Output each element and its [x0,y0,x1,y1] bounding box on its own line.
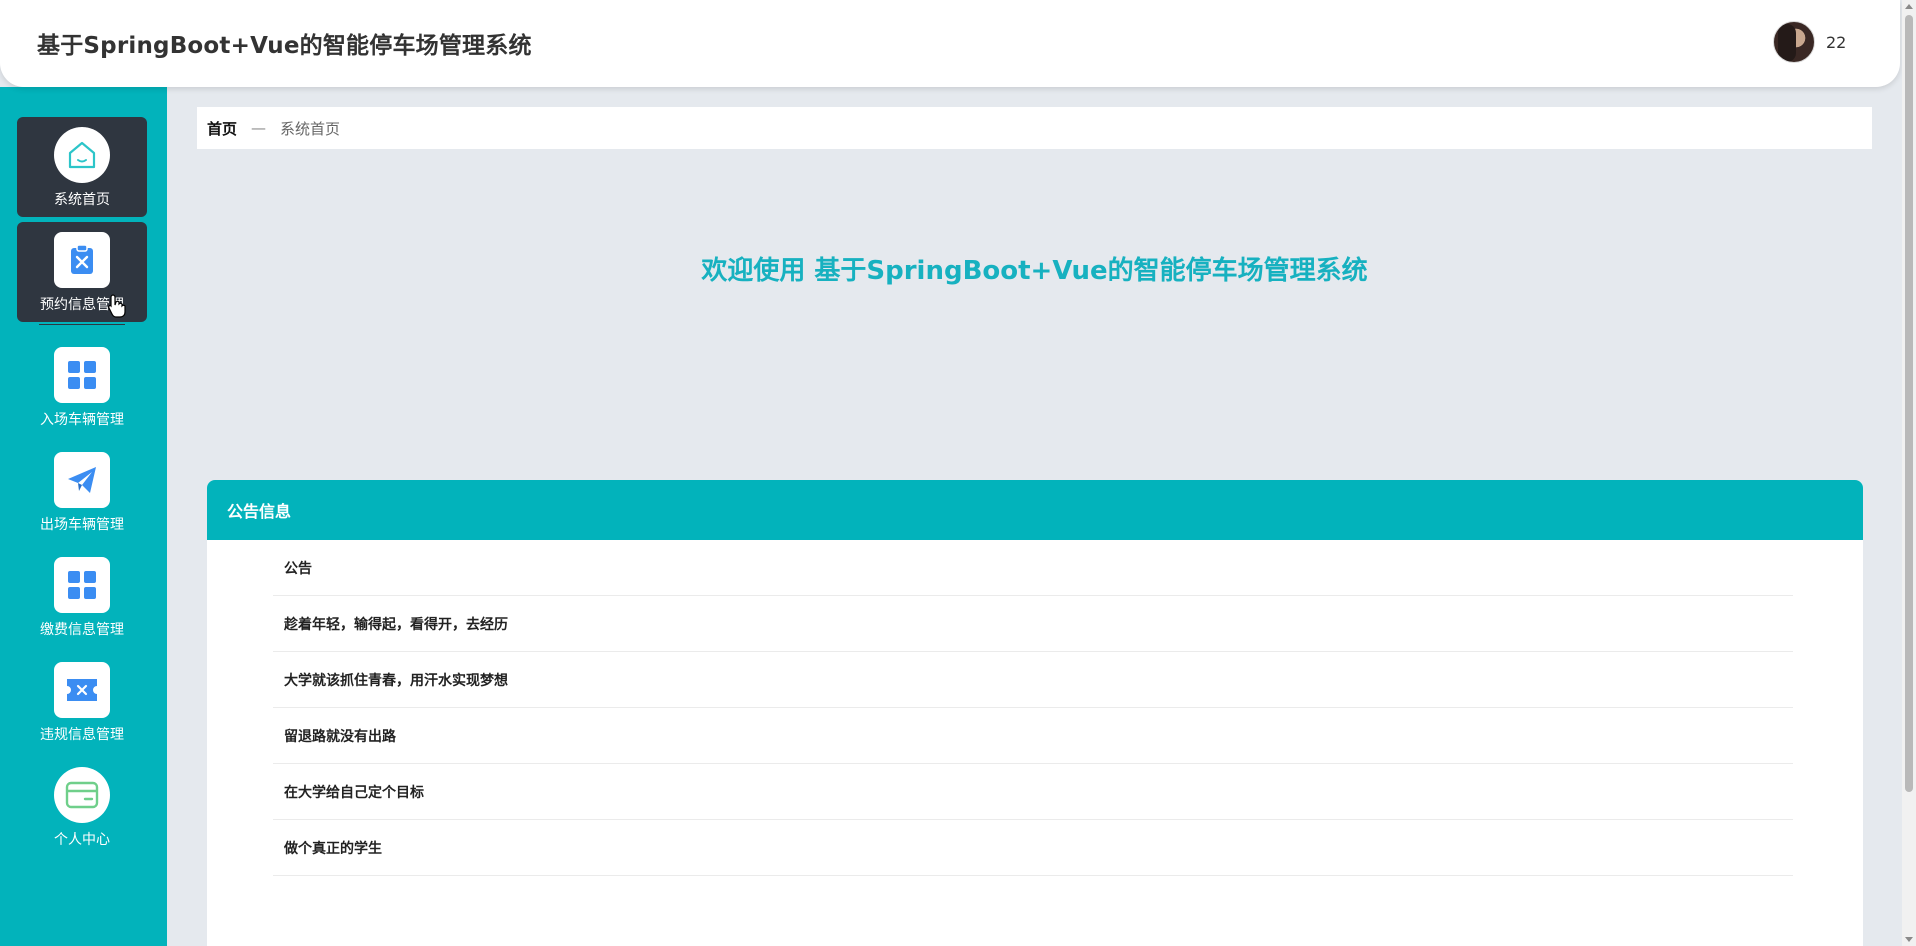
breadcrumb-home[interactable]: 首页 [207,118,237,139]
notice-item[interactable]: 公告 [273,540,1793,596]
notice-item[interactable]: 大学就该抓住青春，用汗水实现梦想 [273,652,1793,708]
notice-item[interactable]: 做个真正的学生 [273,820,1793,876]
sidebar-item-profile[interactable]: 个人中心 [17,757,147,857]
sidebar-item-reservation[interactable]: 预约信息管理 [17,222,147,322]
scroll-down-icon[interactable] [1905,937,1913,942]
home-icon [54,127,110,183]
card-icon [54,767,110,823]
breadcrumb: 首页 — 系统首页 [197,107,1872,149]
sidebar-item-label: 入场车辆管理 [40,412,124,428]
sidebar-item-label: 出场车辆管理 [40,517,124,533]
sidebar-item-label: 缴费信息管理 [40,622,124,638]
clipboard-x-icon [54,232,110,288]
sidebar-item-violation[interactable]: 违规信息管理 [17,652,147,752]
sidebar-divider [39,324,125,325]
hand-cursor-icon [108,294,126,322]
page-scrollbar[interactable] [1902,0,1916,946]
welcome-heading: 欢迎使用 基于SpringBoot+Vue的智能停车场管理系统 [701,256,1368,286]
ticket-icon [54,662,110,718]
notice-list: 公告 趁着年轻，输得起，看得开，去经历 大学就该抓住青春，用汗水实现梦想 留退路… [273,540,1793,876]
sidebar-item-label: 系统首页 [54,192,110,208]
notice-panel: 公告信息 公告 趁着年轻，输得起，看得开，去经历 大学就该抓住青春，用汗水实现梦… [207,480,1863,946]
paper-plane-icon [54,452,110,508]
scroll-up-icon[interactable] [1905,4,1913,9]
username[interactable]: 22 [1826,33,1846,52]
grid-icon [54,347,110,403]
breadcrumb-current: 系统首页 [280,119,341,138]
sidebar-item-label: 预约信息管理 [40,297,124,313]
top-header: 基于SpringBoot+Vue的智能停车场管理系统 22 [0,0,1900,87]
sidebar-item-entry-vehicles[interactable]: 入场车辆管理 [17,337,147,437]
scrollbar-thumb[interactable] [1905,15,1913,792]
sidebar-item-home[interactable]: 系统首页 [17,117,147,217]
avatar[interactable] [1773,21,1815,63]
notice-item[interactable]: 趁着年轻，输得起，看得开，去经历 [273,596,1793,652]
app-title: 基于SpringBoot+Vue的智能停车场管理系统 [37,33,532,59]
notice-item[interactable]: 留退路就没有出路 [273,708,1793,764]
breadcrumb-separator: — [251,119,267,137]
sidebar-item-label: 个人中心 [54,832,110,848]
sidebar-item-payment[interactable]: 缴费信息管理 [17,547,147,647]
notice-item[interactable]: 在大学给自己定个目标 [273,764,1793,820]
grid-icon [54,557,110,613]
sidebar-item-label: 违规信息管理 [40,727,124,743]
sidebar: 系统首页 预约信息管理 入场车辆管理 出场车辆管理 缴费信息管理 违规信息管理 … [0,87,167,946]
notice-panel-title: 公告信息 [207,480,1863,540]
sidebar-item-exit-vehicles[interactable]: 出场车辆管理 [17,442,147,542]
